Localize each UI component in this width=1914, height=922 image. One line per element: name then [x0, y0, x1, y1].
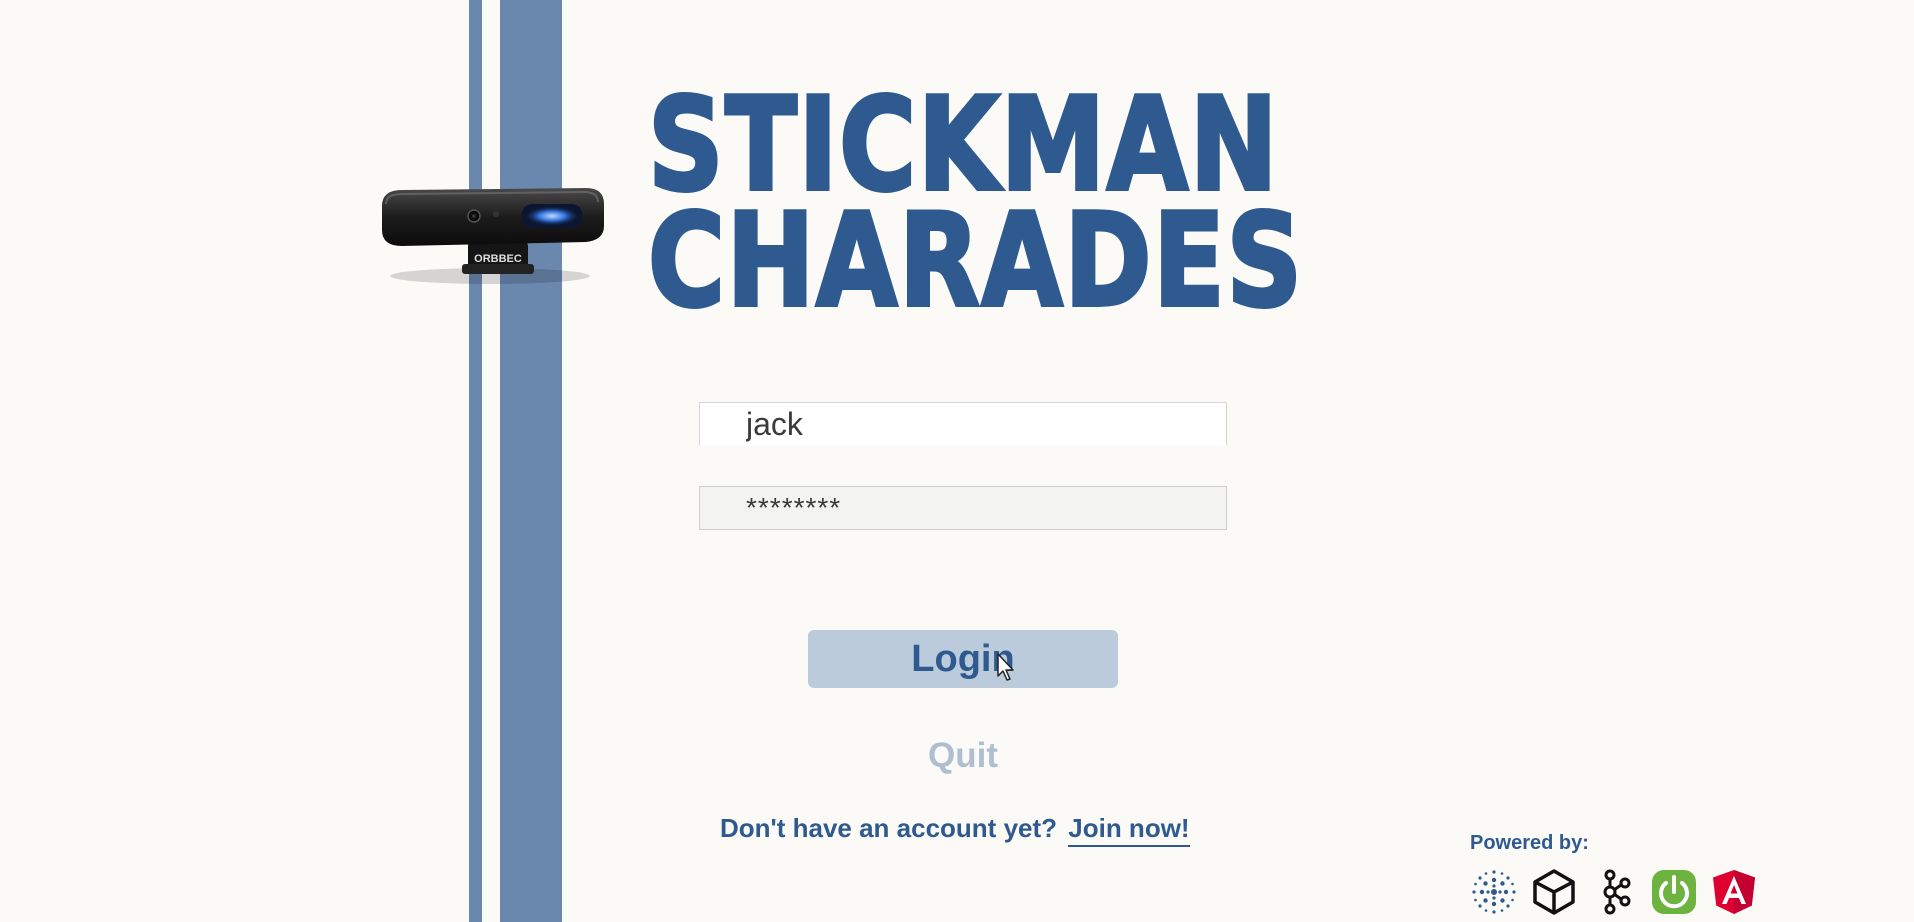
tech-logos — [1470, 868, 1758, 916]
spring-power-icon — [1652, 870, 1696, 914]
signup-prompt-text: Don't have an account yet? — [720, 813, 1058, 843]
powered-by-label: Powered by: — [1470, 832, 1589, 854]
mouse-pointer-icon — [997, 653, 1014, 681]
username-input[interactable] — [699, 402, 1227, 446]
join-now-link[interactable]: Join now! — [1068, 813, 1190, 847]
game-title: STICKMAN CHARADES — [646, 80, 1304, 336]
login-button[interactable]: Login — [808, 630, 1118, 688]
quit-button[interactable]: Quit — [880, 732, 1046, 780]
decorative-stripe-thin — [469, 0, 482, 922]
title-line-2: CHARADES — [646, 187, 1304, 336]
depth-camera-image: ORBBEC — [382, 188, 604, 284]
password-input[interactable] — [699, 486, 1227, 530]
decorative-stripe-wide — [500, 0, 562, 922]
unity-icon — [1533, 869, 1575, 915]
svg-text:ORBBEC: ORBBEC — [474, 253, 522, 265]
kafka-icon — [1603, 869, 1631, 915]
angular-icon — [1713, 870, 1755, 914]
dot-sphere-icon — [1472, 870, 1516, 914]
signup-prompt: Don't have an account yet? Join now! — [720, 813, 1190, 847]
